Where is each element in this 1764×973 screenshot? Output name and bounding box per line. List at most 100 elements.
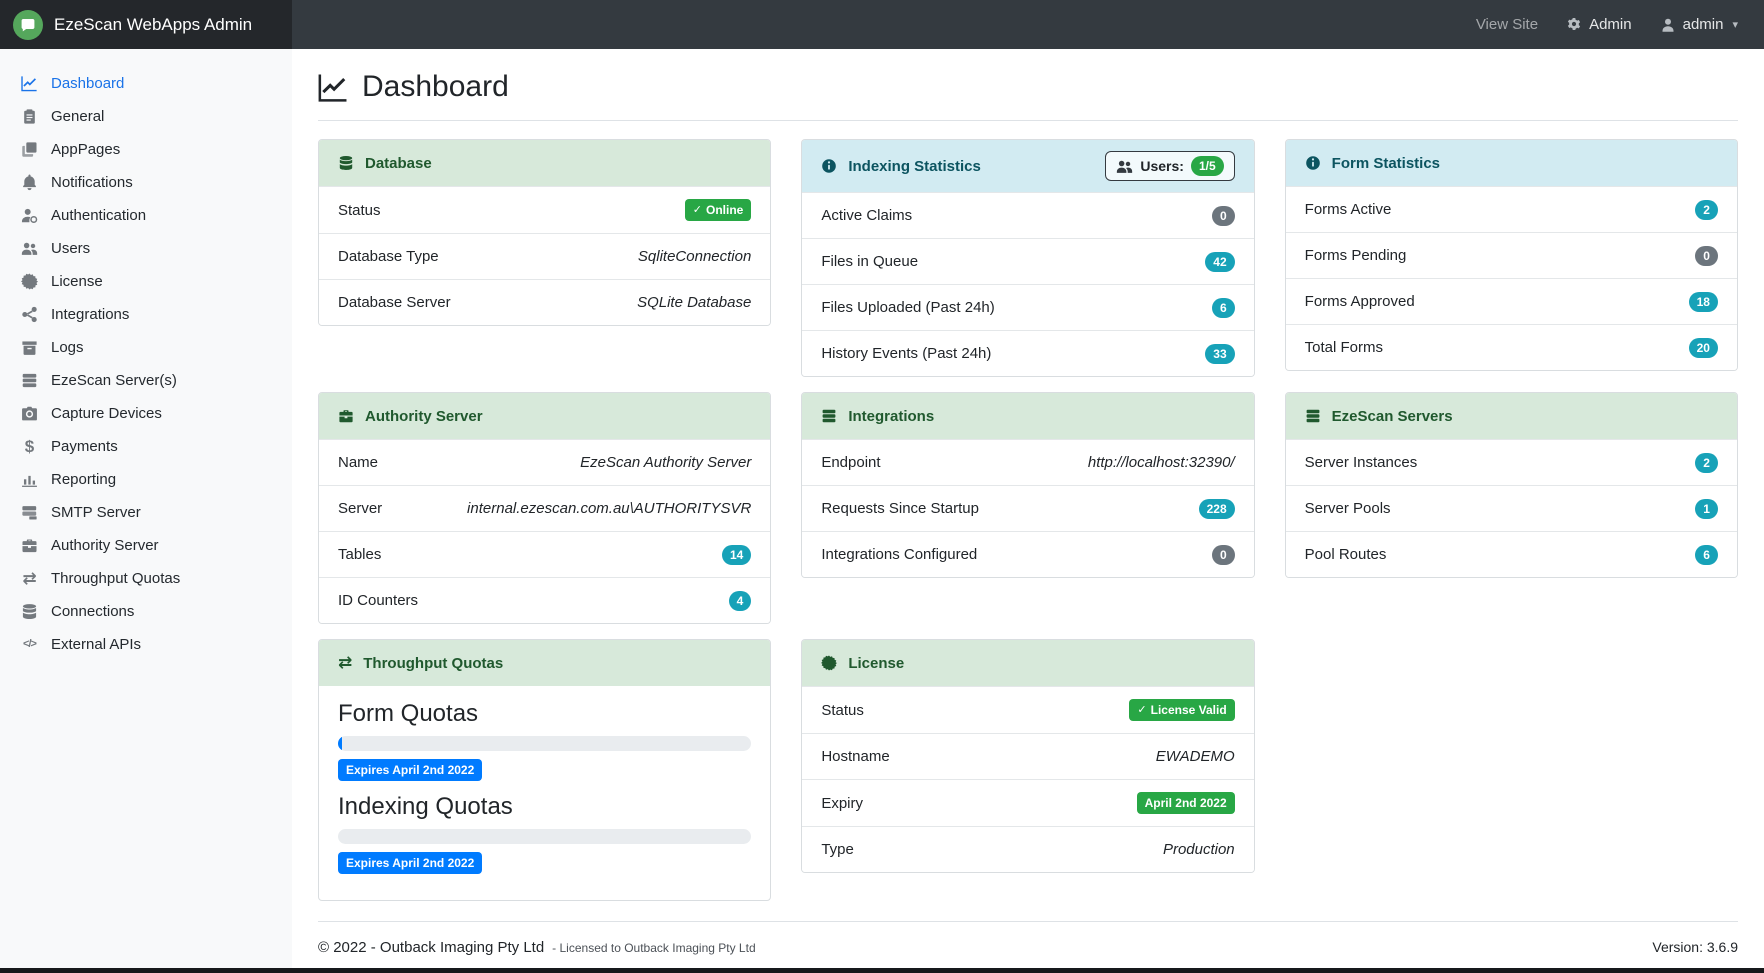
sidebar-item-connections[interactable]: Connections (0, 595, 292, 628)
card-title: Database (365, 155, 432, 172)
taskbar-edge (0, 968, 1764, 973)
camera-icon (19, 405, 40, 422)
card-title: Throughput Quotas (363, 655, 503, 672)
sidebar-item-label: Authority Server (51, 537, 159, 554)
count-badge: 1 (1695, 499, 1718, 519)
sidebar-item-dashboard[interactable]: Dashboard (0, 67, 292, 100)
card-database: DatabaseStatus✓OnlineDatabase TypeSqlite… (318, 139, 771, 326)
copyright-text: © 2022 - Outback Imaging Pty Ltd (318, 939, 544, 956)
card-row: NameEzeScan Authority Server (319, 439, 770, 485)
chevron-down-icon: ▾ (1732, 18, 1738, 31)
sidebar-item-notifications[interactable]: Notifications (0, 166, 292, 199)
quota-heading: Indexing Quotas (338, 793, 751, 821)
users-button-label: Users: (1140, 158, 1184, 174)
count-badge: 14 (722, 545, 751, 565)
footer: © 2022 - Outback Imaging Pty Ltd - Licen… (318, 922, 1738, 966)
card-header: Indexing StatisticsUsers:1/5 (802, 140, 1253, 192)
users-button[interactable]: Users:1/5 (1105, 151, 1234, 181)
row-value: SQLite Database (637, 294, 751, 311)
sidebar-item-logs[interactable]: Logs (0, 331, 292, 364)
status-badge: April 2nd 2022 (1137, 792, 1235, 814)
row-label: Hostname (821, 748, 889, 765)
sidebar-item-general[interactable]: General (0, 100, 292, 133)
count-badge: 228 (1199, 499, 1235, 519)
user-menu[interactable]: admin ▾ (1660, 16, 1738, 33)
quota-section: Indexing QuotasExpires April 2nd 2022 (338, 793, 751, 874)
count-badge: 0 (1212, 545, 1235, 565)
sidebar-item-smtp-server[interactable]: SMTP Server (0, 496, 292, 529)
sidebar-item-label: Notifications (51, 174, 133, 191)
card-integrations: IntegrationsEndpointhttp://localhost:323… (801, 392, 1254, 578)
share-icon (19, 306, 40, 323)
row-label: Status (338, 202, 381, 219)
row-label: History Events (Past 24h) (821, 345, 991, 362)
sidebar-item-ezescan-server-s[interactable]: EzeScan Server(s) (0, 364, 292, 397)
cards-row-2: Authority ServerNameEzeScan Authority Se… (318, 392, 1738, 624)
card-header: License (802, 640, 1253, 686)
count-badge: 20 (1689, 338, 1718, 358)
chart-line-icon (19, 75, 40, 92)
quota-progress-bar (338, 829, 751, 844)
info-icon (821, 158, 837, 174)
row-label: Status (821, 702, 864, 719)
sidebar-item-label: Users (51, 240, 90, 257)
card-row: HostnameEWADEMO (802, 733, 1253, 779)
count-badge: 18 (1689, 292, 1718, 312)
card-row: Forms Active2 (1286, 186, 1737, 232)
sidebar-item-throughput-quotas[interactable]: ⇄Throughput Quotas (0, 562, 292, 595)
info-icon (1305, 155, 1321, 171)
card-form-statistics: Form StatisticsForms Active2Forms Pendin… (1285, 139, 1738, 371)
sidebar: Dashboard GeneralAppPages Notifications Aut… (0, 49, 292, 973)
row-label: Integrations Configured (821, 546, 977, 563)
card-header: Integrations (802, 393, 1253, 439)
sidebar-item-authentication[interactable]: Authentication (0, 199, 292, 232)
row-value: internal.ezescan.com.au\AUTHORITYSVR (467, 500, 751, 517)
sidebar-item-capture-devices[interactable]: Capture Devices (0, 397, 292, 430)
sidebar-item-payments[interactable]: $ Payments (0, 430, 292, 463)
sidebar-item-label: Payments (51, 438, 118, 455)
sidebar-item-authority-server[interactable]: Authority Server (0, 529, 292, 562)
row-label: Type (821, 841, 854, 858)
quota-progress-fill (338, 736, 342, 751)
status-badge: ✓License Valid (1129, 699, 1234, 721)
main-content: Dashboard DatabaseStatus✓OnlineDatabase … (292, 49, 1764, 973)
check-icon: ✓ (693, 205, 702, 216)
sidebar-item-reporting[interactable]: Reporting (0, 463, 292, 496)
sidebar-item-label: License (51, 273, 103, 290)
card-header: Database (319, 140, 770, 186)
sidebar-item-apppages[interactable]: AppPages (0, 133, 292, 166)
card-row: Tables14 (319, 531, 770, 577)
users-icon (1116, 158, 1133, 175)
sidebar-item-label: Logs (51, 339, 84, 356)
sidebar-item-label: EzeScan Server(s) (51, 372, 177, 389)
row-label: Database Server (338, 294, 451, 311)
sidebar-item-integrations[interactable]: Integrations (0, 298, 292, 331)
quota-section: Form QuotasExpires April 2nd 2022 (338, 700, 751, 781)
server-icon (19, 372, 40, 389)
sidebar-item-label: SMTP Server (51, 504, 141, 521)
sidebar-item-license[interactable]: License (0, 265, 292, 298)
card-header: EzeScan Servers (1286, 393, 1737, 439)
quota-progress-bar (338, 736, 751, 751)
card-row: Serverinternal.ezescan.com.au\AUTHORITYS… (319, 485, 770, 531)
count-badge: 42 (1205, 252, 1234, 272)
card-header: Authority Server (319, 393, 770, 439)
app-brand[interactable]: EzeScan WebApps Admin (0, 0, 292, 49)
sidebar-item-users[interactable]: Users (0, 232, 292, 265)
dollar-icon: $ (19, 438, 40, 455)
row-value: http://localhost:32390/ (1088, 454, 1235, 471)
view-site-link[interactable]: View Site (1476, 16, 1538, 33)
card-throughput-quotas: ⇄Throughput QuotasForm QuotasExpires Apr… (318, 639, 771, 901)
version-text: Version: 3.6.9 (1652, 939, 1738, 955)
chart-bar-icon (19, 471, 40, 488)
card-row: Requests Since Startup228 (802, 485, 1253, 531)
card-row: Files Uploaded (Past 24h)6 (802, 284, 1253, 330)
admin-link[interactable]: Admin (1566, 16, 1632, 33)
sidebar-item-external-apis[interactable]: </>External APIs (0, 628, 292, 661)
row-label: Forms Active (1305, 201, 1392, 218)
cards-row-3: ⇄Throughput QuotasForm QuotasExpires Apr… (318, 639, 1738, 901)
card-row: Status ✓License Valid (802, 686, 1253, 733)
bell-icon (19, 174, 40, 191)
exchange-icon: ⇄ (19, 570, 40, 587)
sidebar-item-label: Dashboard (51, 75, 124, 92)
